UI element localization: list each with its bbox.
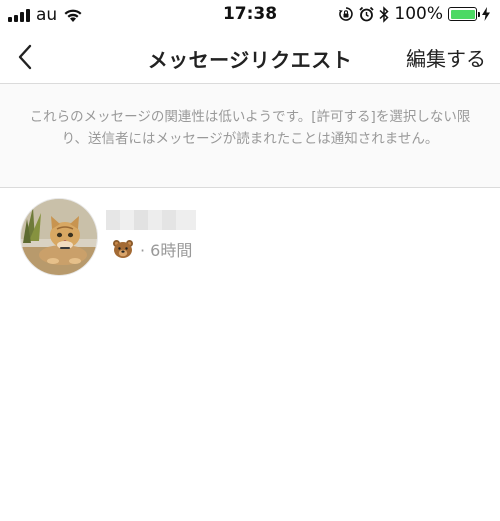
avatar[interactable]: [21, 199, 97, 275]
battery-icon: [448, 7, 480, 21]
notice-text: これらのメッセージの関連性は低いようです。[許可する]を選択しない限り、送信者に…: [29, 109, 471, 147]
navigation-bar: メッセージリクエスト 編集する: [0, 30, 500, 84]
status-bar: au 17:38 100%: [0, 0, 500, 30]
cat-photo-icon: [21, 199, 97, 275]
message-preview: · 6時間: [112, 237, 192, 261]
list-item[interactable]: · 6時間: [0, 189, 500, 285]
bear-face-emoji-icon: [113, 240, 133, 258]
battery-fill: [450, 9, 475, 19]
battery-percent: 100%: [394, 4, 443, 24]
edit-button[interactable]: 編集する: [406, 43, 486, 72]
orientation-lock-icon: [339, 7, 354, 21]
message-time: · 6時間: [140, 241, 193, 260]
status-right: 100%: [338, 5, 490, 23]
notice-banner: これらのメッセージの関連性は低いようです。[許可する]を選択しない限り、送信者に…: [0, 84, 500, 188]
charging-bolt-icon: [482, 7, 490, 21]
bluetooth-icon: [379, 5, 389, 23]
sender-name-redacted: [106, 210, 196, 230]
alarm-icon: [359, 6, 375, 22]
